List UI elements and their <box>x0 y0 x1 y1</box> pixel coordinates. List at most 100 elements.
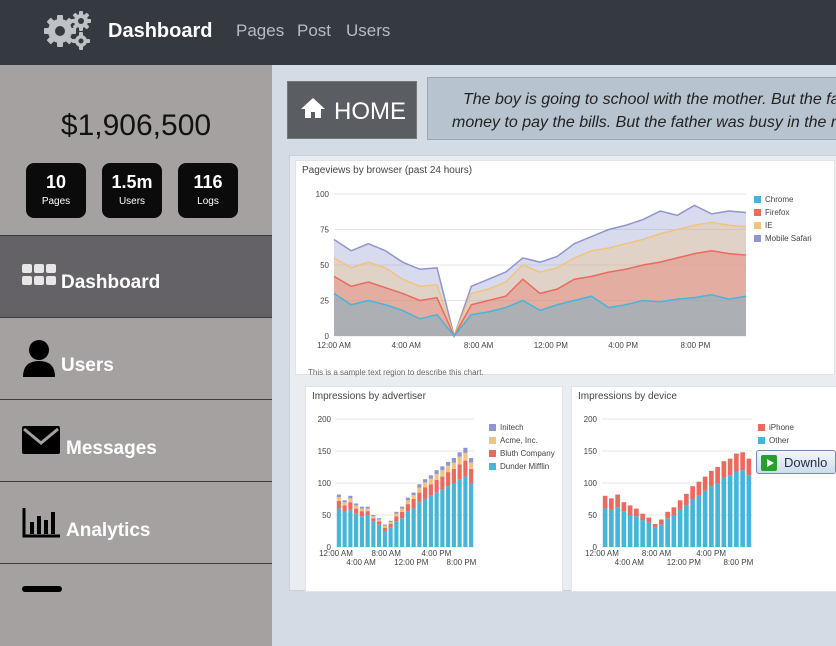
bar-segment <box>671 507 677 515</box>
grid-icon <box>22 264 56 285</box>
sidebar-item-analytics[interactable]: Analytics <box>0 481 272 564</box>
x-tick-label: 8:00 PM <box>723 558 753 567</box>
bar-segment <box>342 502 347 506</box>
bar-segment <box>640 513 645 521</box>
top-navbar: Dashboard Pages Post Users <box>0 0 836 65</box>
x-tick-label: 4:00 AM <box>615 558 645 567</box>
sidebar-item-label: Analytics <box>66 520 151 541</box>
bar-segment <box>354 505 359 509</box>
bar-segment <box>696 481 702 496</box>
legend-item: iPhone <box>758 423 794 432</box>
bar-segment <box>440 476 445 490</box>
play-icon <box>761 455 777 471</box>
bar-segment <box>348 498 353 503</box>
bar-segment <box>469 458 474 463</box>
stat-label: Users <box>118 196 146 207</box>
bar-segment <box>400 506 405 509</box>
nav-pages[interactable]: Pages <box>236 21 284 41</box>
x-tick-label: 12:00 PM <box>667 558 702 567</box>
bar-segment <box>469 468 474 483</box>
nav-post[interactable]: Post <box>297 21 331 41</box>
bar-segment <box>659 519 664 525</box>
sidebar-item-messages[interactable]: Messages <box>0 399 272 482</box>
user-icon <box>23 340 55 377</box>
legend-swatch <box>758 424 765 432</box>
legend-label: Acme, Inc. <box>500 436 538 445</box>
bar-segment <box>740 452 745 471</box>
bar-segment <box>405 500 410 505</box>
bar-segment <box>440 489 445 547</box>
x-tick-label: 8:00 AM <box>642 549 672 558</box>
bar-segment <box>434 470 439 475</box>
bar-segment <box>615 507 620 547</box>
legend-item: Acme, Inc. <box>489 436 538 445</box>
bar-segment <box>702 476 708 491</box>
sidebar-item-label: Dashboard <box>61 272 161 293</box>
bar-segment <box>342 511 347 547</box>
bar-segment <box>721 461 727 478</box>
bar-segment <box>405 511 410 547</box>
bar-segment <box>359 506 364 509</box>
legend-swatch <box>489 437 496 445</box>
stat-logs[interactable]: 116 Logs <box>178 163 238 218</box>
sidebar-item-users[interactable]: Users <box>0 317 272 400</box>
envelope-icon <box>22 426 60 454</box>
bar-segment <box>428 475 433 479</box>
legend-label: Mobile Safari <box>765 234 812 243</box>
bar-segment <box>388 520 393 523</box>
bar-segment <box>615 494 620 508</box>
x-tick-label: 4:00 PM <box>608 341 638 350</box>
bar-segment <box>400 508 405 512</box>
bar-segment <box>417 487 422 493</box>
bar-segment <box>382 531 387 547</box>
stat-value: 10 <box>45 172 67 192</box>
bar-segment <box>646 522 652 547</box>
bar-segment <box>463 460 468 477</box>
x-tick-label: 4:00 PM <box>696 549 726 558</box>
bar-segment <box>721 477 727 547</box>
stat-users[interactable]: 1.5m Users <box>102 163 162 218</box>
nav-users[interactable]: Users <box>346 21 390 41</box>
bar-segment <box>411 508 416 547</box>
sidebar-item-dashboard[interactable]: Dashboard <box>0 235 272 318</box>
brand-title[interactable]: Dashboard <box>108 20 212 43</box>
bar-segment <box>746 458 752 476</box>
bar-segment <box>394 516 399 522</box>
bar-segment <box>451 458 456 463</box>
bar-segment <box>446 472 451 487</box>
bar-segment <box>621 511 627 547</box>
sidebar-item-more[interactable] <box>0 563 272 646</box>
bar-segment <box>336 500 341 509</box>
download-button[interactable]: Downlo <box>756 450 836 474</box>
bar-segment <box>382 525 387 528</box>
bar-segment <box>342 505 347 512</box>
chart-note: This is a sample text region to describe… <box>308 368 484 377</box>
y-tick-label: 150 <box>584 447 598 456</box>
bar-chart-icon <box>22 508 60 538</box>
stat-pages[interactable]: 10 Pages <box>26 163 86 218</box>
bar-segment <box>440 470 445 477</box>
legend-item: IE <box>754 221 773 230</box>
sidebar-item-label: Users <box>61 355 114 376</box>
bar-segment <box>388 523 393 528</box>
bar-segment <box>354 508 359 514</box>
legend-item: Dunder Mifflin <box>489 462 549 471</box>
bar-segment <box>665 518 670 547</box>
y-tick-label: 100 <box>318 479 332 488</box>
bar-segment <box>348 495 353 499</box>
y-tick-label: 100 <box>316 190 330 199</box>
y-tick-label: 50 <box>320 261 329 270</box>
bar-segment <box>417 502 422 547</box>
bar-segment <box>696 495 702 547</box>
bar-segment <box>434 474 439 480</box>
gears-icon[interactable] <box>40 9 94 51</box>
bar-segment <box>634 516 639 547</box>
bar-segment <box>417 492 422 503</box>
bar-segment <box>665 511 670 519</box>
bar-segment <box>365 508 370 512</box>
bar-segment <box>400 518 405 547</box>
home-button[interactable]: HOME <box>287 81 417 139</box>
bar-segment <box>709 470 714 487</box>
bar-segment <box>336 494 341 498</box>
legend-item: Firefox <box>754 208 789 217</box>
